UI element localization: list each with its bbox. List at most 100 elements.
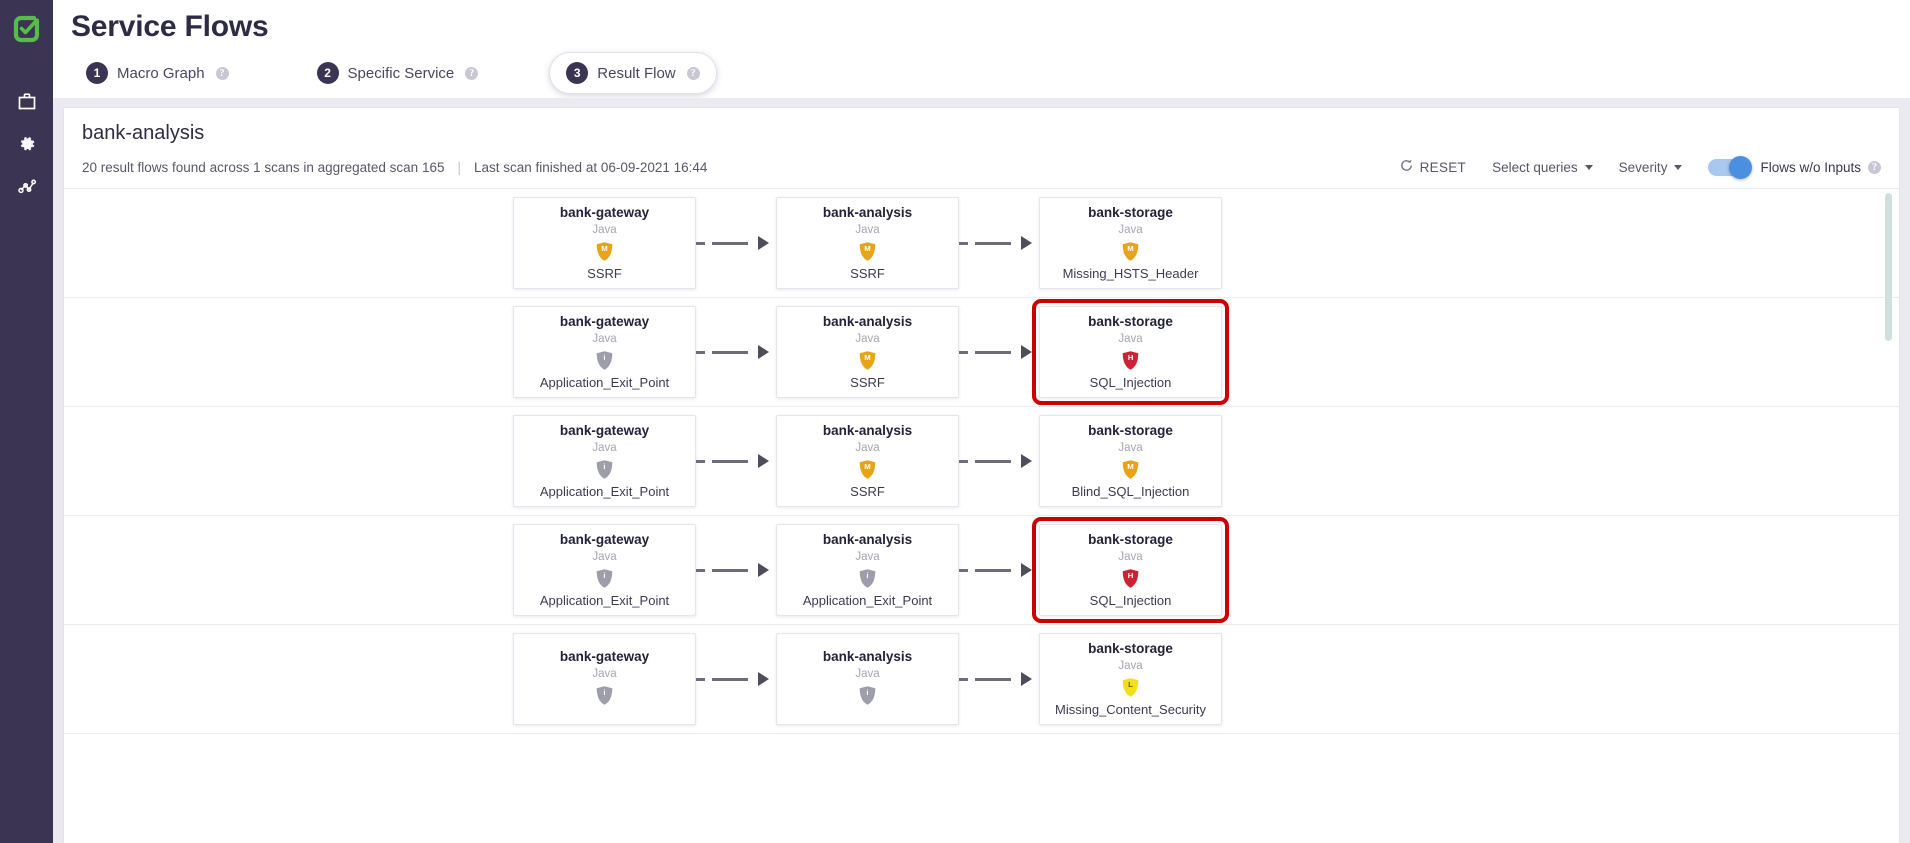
briefcase-icon[interactable] <box>16 90 38 112</box>
node-service-name: bank-gateway <box>559 648 650 664</box>
help-icon[interactable]: ? <box>686 66 700 80</box>
flow-node[interactable]: bank-storage Java L Missing_Content_Securit… <box>1039 633 1222 725</box>
node-severity-icon: M <box>1121 242 1140 261</box>
svg-text:M: M <box>864 244 870 253</box>
analytics-graph-icon[interactable] <box>16 176 38 198</box>
svg-text:i: i <box>866 687 868 696</box>
node-language: Java <box>855 551 880 563</box>
node-language: Java <box>855 224 880 236</box>
node-language: Java <box>1118 551 1143 563</box>
flow-list-scroll[interactable]: bank-gateway Java M SSRF bank-analysis Java M S… <box>64 188 1899 843</box>
connector-stub <box>696 568 705 572</box>
svg-text:i: i <box>603 462 605 471</box>
node-service-name: bank-analysis <box>822 423 913 438</box>
svg-text:i: i <box>603 353 605 362</box>
flows-without-inputs-control: Flows w/o Inputs ? <box>1708 155 1881 179</box>
scrollbar-thumb[interactable] <box>1885 193 1892 341</box>
flow-node[interactable]: bank-gateway Java M SSRF <box>513 197 696 289</box>
arrow-right-icon <box>1021 454 1032 468</box>
flow-row: bank-gateway Java i Application_Exit_Point b… <box>64 516 1899 625</box>
select-queries-dropdown[interactable]: Select queries <box>1492 160 1593 175</box>
main-content: Service Flows 1 Macro Graph? 2 Specific Ser… <box>53 0 1910 843</box>
flow-node[interactable]: bank-gateway Java i <box>513 633 696 725</box>
flow-connector <box>959 197 1039 289</box>
node-service-name: bank-analysis <box>822 314 913 329</box>
panel-header: bank-analysis 20 result flows found acro… <box>64 108 1899 188</box>
flow-row-nodes: bank-gateway Java i Application_Exit_Point b… <box>513 415 1222 507</box>
medium-severity-shield-icon: M <box>596 242 613 261</box>
node-severity-icon: i <box>595 460 614 479</box>
svg-text:M: M <box>1127 244 1133 253</box>
connector-stub <box>959 350 968 354</box>
medium-severity-shield-icon: M <box>859 351 876 370</box>
node-service-name: bank-gateway <box>559 532 650 547</box>
step-nav: 1 Macro Graph? 2 Specific Service? 3 Result F… <box>53 52 1910 94</box>
reset-button[interactable]: RESET <box>1399 158 1467 176</box>
low-severity-shield-icon: L <box>1122 678 1139 697</box>
chevron-down-icon <box>1584 164 1593 170</box>
flow-row: bank-gateway Java i bank-analysis Java i bank-… <box>64 625 1899 734</box>
node-severity-icon: H <box>1121 351 1140 370</box>
svg-text:M: M <box>601 244 607 253</box>
flow-node[interactable]: bank-analysis Java i Application_Exit_Point <box>776 524 959 616</box>
flow-connector <box>696 415 776 507</box>
flow-node[interactable]: bank-gateway Java i Application_Exit_Point <box>513 524 696 616</box>
svg-text:M: M <box>864 353 870 362</box>
svg-text:i: i <box>603 687 605 696</box>
help-icon[interactable]: ? <box>1868 160 1881 174</box>
refresh-icon <box>1399 158 1414 176</box>
node-severity-icon: L <box>1121 678 1140 697</box>
flow-node[interactable]: bank-analysis Java M SSRF <box>776 197 959 289</box>
node-severity-icon: i <box>595 685 614 705</box>
svg-text:i: i <box>866 571 868 580</box>
help-icon[interactable]: ? <box>465 66 479 80</box>
node-severity-icon: i <box>595 569 614 588</box>
app-root: Service Flows 1 Macro Graph? 2 Specific Ser… <box>0 0 1910 843</box>
connector-stub <box>696 350 705 354</box>
step-label: Macro Graph <box>117 64 205 82</box>
node-query-name: SQL_Injection <box>1089 593 1172 608</box>
connector-line <box>975 568 1011 572</box>
step-number: 2 <box>316 62 339 84</box>
flow-node[interactable]: bank-analysis Java M SSRF <box>776 415 959 507</box>
flows-without-inputs-toggle[interactable] <box>1708 155 1753 179</box>
flow-row-nodes: bank-gateway Java M SSRF bank-analysis Java M S… <box>513 197 1222 289</box>
severity-dropdown[interactable]: Severity <box>1619 160 1683 175</box>
flow-node[interactable]: bank-gateway Java i Application_Exit_Point <box>513 306 696 398</box>
arrow-right-icon <box>758 454 769 468</box>
severity-label: Severity <box>1618 159 1668 175</box>
node-service-name: bank-storage <box>1088 423 1173 438</box>
page-title: Service Flows <box>71 10 269 43</box>
high-severity-shield-icon: H <box>1122 569 1139 588</box>
connector-stub <box>959 241 968 245</box>
flow-node[interactable]: bank-storage Java M Blind_SQL_Injection <box>1039 415 1222 507</box>
flow-row: bank-gateway Java i Application_Exit_Point b… <box>64 407 1899 516</box>
scrollbar[interactable] <box>1885 193 1892 843</box>
flow-node[interactable]: bank-storage Java H SQL_Injection <box>1032 299 1229 405</box>
step-macro-graph[interactable]: 1 Macro Graph? <box>69 52 246 94</box>
flow-node[interactable]: bank-analysis Java M SSRF <box>776 306 959 398</box>
svg-text:M: M <box>1127 462 1133 471</box>
content-area: bank-analysis 20 result flows found acro… <box>53 98 1910 843</box>
connector-stub <box>696 459 705 463</box>
step-specific-service[interactable]: 2 Specific Service? <box>300 52 496 94</box>
help-icon[interactable]: ? <box>215 66 229 80</box>
flow-row-nodes: bank-gateway Java i Application_Exit_Point b… <box>513 517 1229 623</box>
info-severity-shield-icon: i <box>596 351 613 370</box>
node-language: Java <box>1118 442 1143 454</box>
node-query-name: SSRF <box>850 484 885 499</box>
checkmark-logo-icon[interactable] <box>12 14 42 44</box>
flow-node[interactable]: bank-analysis Java i <box>776 633 959 725</box>
medium-severity-shield-icon: M <box>1122 242 1139 261</box>
step-result-flow[interactable]: 3 Result Flow? <box>549 52 717 94</box>
flow-node[interactable]: bank-gateway Java i Application_Exit_Point <box>513 415 696 507</box>
flow-node[interactable]: bank-storage Java M Missing_HSTS_Header <box>1039 197 1222 289</box>
connector-line <box>712 241 748 245</box>
svg-text:i: i <box>603 571 605 580</box>
medium-severity-shield-icon: M <box>859 242 876 261</box>
node-service-name: bank-gateway <box>559 205 650 220</box>
gear-icon[interactable] <box>16 133 38 155</box>
last-scan-time: Last scan finished at 06-09-2021 16:44 <box>474 159 708 175</box>
flow-node[interactable]: bank-storage Java H SQL_Injection <box>1032 517 1229 623</box>
info-severity-shield-icon: i <box>596 569 613 588</box>
